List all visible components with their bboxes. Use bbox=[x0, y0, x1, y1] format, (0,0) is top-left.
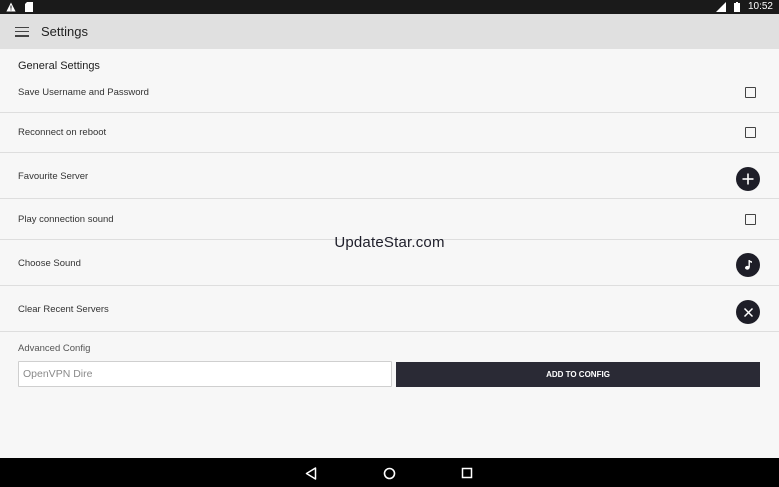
status-bar: 10:52 bbox=[0, 0, 779, 14]
watermark: UpdateStar.com bbox=[334, 234, 445, 251]
home-icon[interactable] bbox=[381, 465, 397, 481]
plus-icon bbox=[742, 173, 754, 185]
setting-label: Choose Sound bbox=[18, 258, 81, 269]
setting-label: Play connection sound bbox=[18, 214, 114, 225]
setting-label: Favourite Server bbox=[18, 171, 89, 182]
setting-label: Reconnect on reboot bbox=[18, 127, 107, 138]
advanced-config-label: Advanced Config bbox=[18, 343, 91, 354]
setting-label: Clear Recent Servers bbox=[18, 304, 109, 315]
choose-sound-button[interactable] bbox=[736, 253, 760, 277]
warning-icon bbox=[6, 1, 16, 12]
hamburger-menu-icon[interactable] bbox=[15, 26, 29, 37]
section-title-general: General Settings bbox=[18, 60, 100, 72]
status-right-icons: 10:52 bbox=[715, 1, 773, 13]
recents-icon[interactable] bbox=[459, 465, 475, 481]
play-connection-sound-checkbox[interactable] bbox=[745, 214, 756, 225]
status-left-icons bbox=[6, 1, 34, 12]
status-time: 10:52 bbox=[747, 1, 773, 12]
advanced-config-input[interactable] bbox=[18, 361, 392, 387]
add-to-config-button[interactable]: ADD TO CONFIG bbox=[396, 362, 760, 387]
sd-card-icon bbox=[24, 1, 34, 12]
music-note-icon bbox=[745, 260, 752, 270]
setting-label: Save Username and Password bbox=[18, 87, 149, 98]
setting-row-save-credentials[interactable]: Save Username and Password bbox=[0, 74, 779, 113]
battery-icon bbox=[732, 2, 742, 13]
setting-row-clear-recent-servers[interactable]: Clear Recent Servers bbox=[0, 286, 779, 332]
save-credentials-checkbox[interactable] bbox=[745, 87, 756, 98]
close-icon bbox=[743, 307, 753, 317]
reconnect-on-reboot-checkbox[interactable] bbox=[745, 127, 756, 138]
page-title: Settings bbox=[41, 24, 88, 39]
app-bar: Settings bbox=[0, 14, 779, 49]
setting-row-favourite-server[interactable]: Favourite Server bbox=[0, 153, 779, 199]
nav-bar bbox=[0, 458, 779, 487]
signal-icon bbox=[715, 2, 726, 13]
clear-recent-servers-button[interactable] bbox=[736, 300, 760, 324]
setting-row-reconnect-on-reboot[interactable]: Reconnect on reboot bbox=[0, 113, 779, 153]
back-icon[interactable] bbox=[303, 465, 319, 481]
add-favourite-server-button[interactable] bbox=[736, 167, 760, 191]
